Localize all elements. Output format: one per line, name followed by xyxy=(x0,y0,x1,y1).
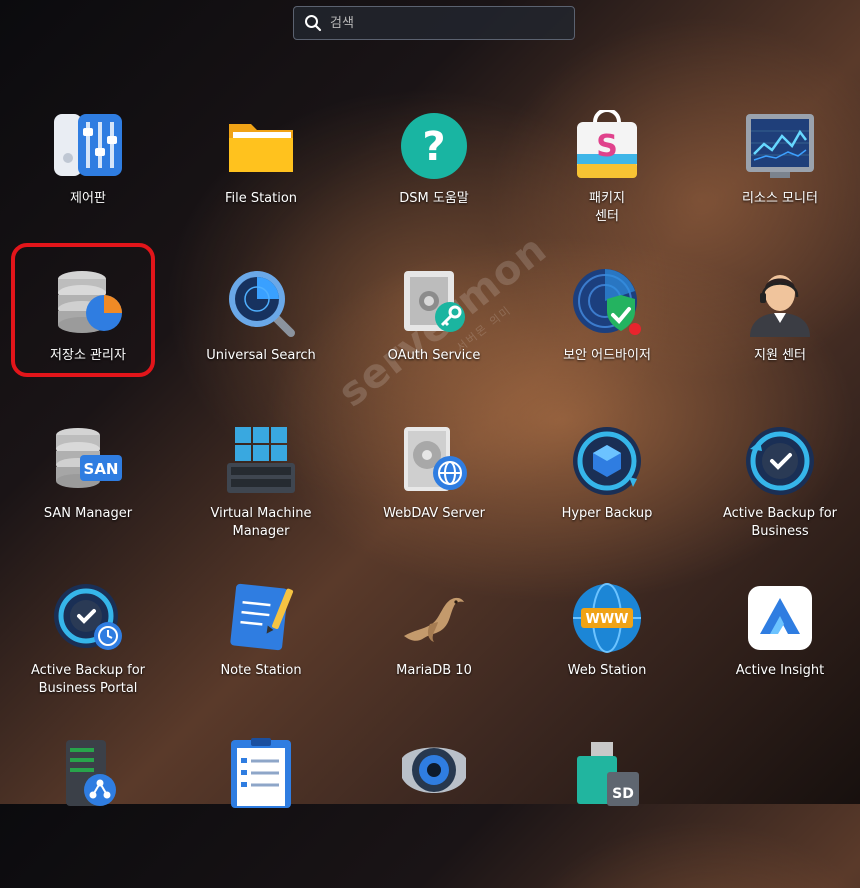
app-label: 리소스 모니터 xyxy=(742,191,818,206)
app-label: Active Backup for Business Portal xyxy=(30,663,145,696)
app-hyper-backup[interactable]: Hyper Backup xyxy=(521,425,693,575)
app-label: WebDAV Server xyxy=(383,506,485,521)
app-label: Active Backup for Business xyxy=(722,506,837,539)
active-backup-portal-icon xyxy=(52,582,124,654)
san-manager-icon: SAN xyxy=(52,425,124,497)
app-label: OAuth Service xyxy=(387,348,481,363)
folder-icon xyxy=(225,110,297,182)
app-label: Universal Search xyxy=(206,348,316,363)
virtual-machine-manager-icon xyxy=(225,425,297,497)
app-file-station[interactable]: File Station xyxy=(175,110,347,260)
app-label: SAN Manager xyxy=(43,506,133,521)
app-san-manager[interactable]: SAN SAN Manager xyxy=(2,425,174,575)
app-usb-copy[interactable]: SD xyxy=(521,738,693,888)
app-surveillance[interactable] xyxy=(348,738,520,888)
clipboard-list-icon xyxy=(225,738,297,810)
app-label: MariaDB 10 xyxy=(396,663,472,678)
app-network-server[interactable] xyxy=(2,738,174,888)
package-center-icon: S xyxy=(571,110,643,182)
app-active-backup-portal[interactable]: Active Backup for Business Portal xyxy=(2,582,174,732)
mariadb-icon xyxy=(398,582,470,654)
support-center-icon xyxy=(744,267,816,339)
help-icon: ? xyxy=(398,110,470,182)
app-security-advisor[interactable]: 보안 어드바이저 xyxy=(521,267,693,417)
app-web-station[interactable]: WWW Web Station xyxy=(521,582,693,732)
active-insight-icon xyxy=(744,582,816,654)
search-input[interactable] xyxy=(328,14,552,32)
app-dsm-help[interactable]: ? DSM 도움말 xyxy=(348,110,520,260)
app-active-insight[interactable]: Active Insight xyxy=(694,582,860,732)
app-oauth-service[interactable]: OAuth Service xyxy=(348,267,520,417)
search-bar[interactable] xyxy=(293,6,575,40)
app-label: File Station xyxy=(224,191,298,206)
search-icon xyxy=(305,15,322,32)
app-label: Note Station xyxy=(220,663,302,678)
active-backup-icon xyxy=(744,425,816,497)
app-active-backup[interactable]: Active Backup for Business xyxy=(694,425,860,575)
svg-text:SAN: SAN xyxy=(84,460,119,478)
control-panel-icon xyxy=(52,110,124,182)
app-label: Hyper Backup xyxy=(561,506,653,521)
app-label: 패키지 센터 xyxy=(589,191,625,224)
universal-search-icon xyxy=(225,267,297,339)
app-note-station[interactable]: Note Station xyxy=(175,582,347,732)
app-label: 지원 센터 xyxy=(754,348,806,363)
app-resource-monitor[interactable]: 리소스 모니터 xyxy=(694,110,860,260)
app-control-panel[interactable]: 제어판 xyxy=(2,110,174,260)
app-clipboard[interactable] xyxy=(175,738,347,888)
svg-text:SD: SD xyxy=(612,786,634,802)
app-support-center[interactable]: 지원 센터 xyxy=(694,267,860,417)
app-package-center[interactable]: S 패키지 센터 xyxy=(521,110,693,260)
app-virtual-machine-manager[interactable]: Virtual Machine Manager xyxy=(175,425,347,575)
app-webdav-server[interactable]: WebDAV Server xyxy=(348,425,520,575)
svg-text:?: ? xyxy=(422,124,445,170)
svg-text:S: S xyxy=(596,129,618,164)
usb-sd-copy-icon: SD xyxy=(571,738,643,810)
surveillance-camera-icon xyxy=(398,738,470,810)
app-label: DSM 도움말 xyxy=(399,191,469,206)
note-station-icon xyxy=(225,582,297,654)
oauth-service-icon xyxy=(398,267,470,339)
app-label: Active Insight xyxy=(735,663,825,678)
app-label: 제어판 xyxy=(70,191,106,206)
web-station-icon: WWW xyxy=(571,582,643,654)
app-label: Web Station xyxy=(567,663,647,678)
webdav-server-icon xyxy=(398,425,470,497)
svg-text:WWW: WWW xyxy=(585,612,628,627)
app-label: 보안 어드바이저 xyxy=(563,348,651,363)
app-label: Virtual Machine Manager xyxy=(210,506,312,539)
app-universal-search[interactable]: Universal Search xyxy=(175,267,347,417)
hyper-backup-icon xyxy=(571,425,643,497)
network-server-icon xyxy=(52,738,124,810)
security-advisor-icon xyxy=(571,267,643,339)
selection-highlight xyxy=(11,243,155,377)
app-mariadb[interactable]: MariaDB 10 xyxy=(348,582,520,732)
resource-monitor-icon xyxy=(744,110,816,182)
